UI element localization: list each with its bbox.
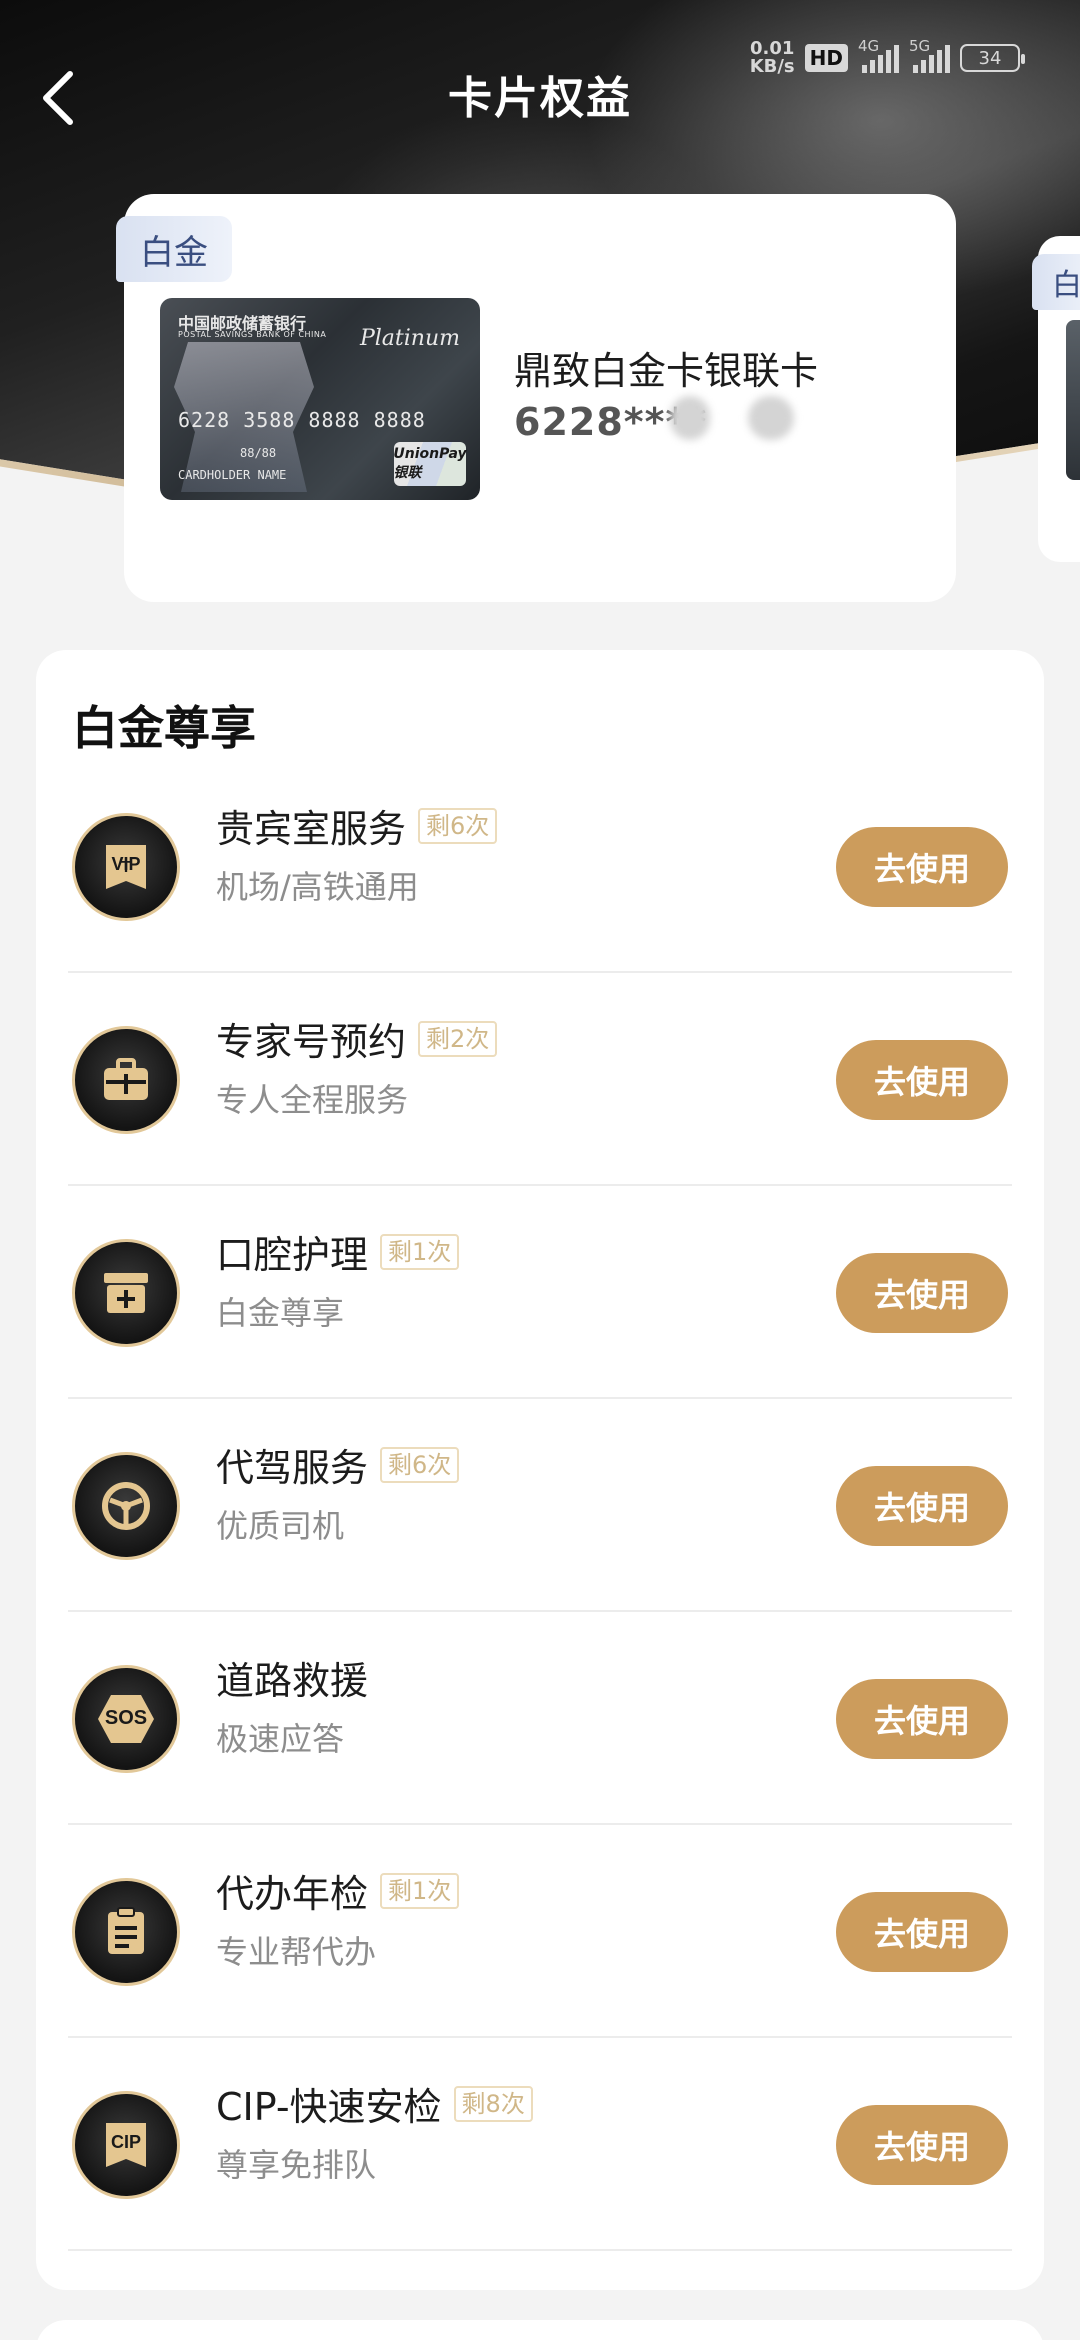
benefit-name: 贵宾室服务 bbox=[216, 807, 407, 851]
clipboard-icon-glyph bbox=[98, 1904, 154, 1960]
card-name: 鼎致白金卡银联卡 bbox=[514, 349, 819, 393]
benefit-name: 口腔护理 bbox=[216, 1233, 369, 1277]
benefit-name: 专家号预约 bbox=[216, 1020, 407, 1064]
remaining-count-badge: 剩6次 bbox=[380, 1446, 460, 1483]
steering-wheel-icon-glyph bbox=[98, 1478, 154, 1534]
card-bank-name-en: POSTAL SAVINGS BANK OF CHINA bbox=[178, 330, 327, 339]
row-divider bbox=[68, 2249, 1012, 2251]
medical-kit-icon bbox=[72, 1025, 180, 1134]
benefit-description: 优质司机 bbox=[216, 1507, 345, 1545]
card-face-number: 6228 3588 8888 8888 bbox=[178, 408, 426, 432]
cip-icon-label: CIP bbox=[110, 2132, 141, 2152]
sos-icon-label: SOS bbox=[104, 1707, 148, 1729]
privacy-mask bbox=[748, 396, 794, 440]
benefit-name: 代驾服务 bbox=[216, 1446, 369, 1490]
sos-icon: SOS bbox=[72, 1664, 180, 1773]
benefit-name-group: 口腔护理 剩1次 bbox=[216, 1224, 460, 1279]
medical-kit-icon-glyph bbox=[98, 1052, 154, 1108]
remaining-count-badge: 剩1次 bbox=[380, 1872, 460, 1909]
page-title: 卡片权益 bbox=[448, 73, 632, 124]
use-button[interactable]: 去使用 bbox=[836, 2104, 1008, 2185]
benefit-row: 代驾服务 剩6次 优质司机 去使用 bbox=[36, 1399, 1044, 1612]
benefit-name: CIP-快速安检 bbox=[216, 2085, 442, 2129]
remaining-count-badge: 剩2次 bbox=[418, 1020, 498, 1057]
use-button[interactable]: 去使用 bbox=[836, 1039, 1008, 1120]
medical-box-icon-glyph bbox=[98, 1265, 154, 1321]
benefit-name: 代办年检 bbox=[216, 1872, 369, 1916]
next-section-panel bbox=[36, 2320, 1044, 2340]
card-tier-tag: 白金 bbox=[116, 216, 232, 282]
use-button[interactable]: 去使用 bbox=[836, 826, 1008, 907]
privacy-mask bbox=[670, 396, 710, 440]
benefit-row: 代办年检 剩1次 专业帮代办 去使用 bbox=[36, 1825, 1044, 2038]
unionpay-logo: UnionPay 银联 bbox=[393, 442, 467, 486]
benefit-description: 专人全程服务 bbox=[216, 1081, 409, 1119]
cip-icon: CIP bbox=[72, 2090, 180, 2199]
next-card-image bbox=[1066, 320, 1080, 480]
benefit-name-group: 道路救援 bbox=[216, 1650, 368, 1705]
benefit-description: 机场/高铁通用 bbox=[216, 868, 419, 906]
use-button[interactable]: 去使用 bbox=[836, 1465, 1008, 1546]
benefit-description: 白金尊享 bbox=[216, 1294, 345, 1332]
benefit-row: 口腔护理 剩1次 白金尊享 去使用 bbox=[36, 1186, 1044, 1399]
card-face-expiry: 88/88 bbox=[240, 446, 277, 460]
next-card-tier-tag: 白 bbox=[1032, 254, 1080, 310]
medical-box-icon bbox=[72, 1238, 180, 1347]
card-level-label: Platinum bbox=[359, 326, 460, 351]
use-button[interactable]: 去使用 bbox=[836, 1678, 1008, 1759]
benefit-name-group: 代办年检 剩1次 bbox=[216, 1863, 460, 1918]
benefit-description: 极速应答 bbox=[216, 1720, 345, 1758]
remaining-count-badge: 剩1次 bbox=[380, 1233, 460, 1270]
benefit-row: SOS 道路救援 极速应答 去使用 bbox=[36, 1612, 1044, 1825]
vip-icon: T VIP bbox=[72, 812, 180, 921]
use-button[interactable]: 去使用 bbox=[836, 1252, 1008, 1333]
benefit-row: CIP CIP-快速安检 剩8次 尊享免排队 去使用 bbox=[36, 2038, 1044, 2251]
use-button[interactable]: 去使用 bbox=[836, 1891, 1008, 1972]
clipboard-icon bbox=[72, 1877, 180, 1986]
card-face-holder: CARDHOLDER NAME bbox=[178, 468, 287, 482]
steering-wheel-icon bbox=[72, 1451, 180, 1560]
benefit-name-group: 代驾服务 剩6次 bbox=[216, 1437, 460, 1492]
benefit-description: 尊享免排队 bbox=[216, 2146, 377, 2184]
remaining-count-badge: 剩6次 bbox=[418, 807, 498, 844]
benefit-name-group: 专家号预约 剩2次 bbox=[216, 1011, 498, 1066]
benefit-description: 专业帮代办 bbox=[216, 1933, 377, 1971]
benefit-row: T VIP 贵宾室服务 剩6次 机场/高铁通用 去使用 bbox=[36, 760, 1044, 973]
benefit-name-group: 贵宾室服务 剩6次 bbox=[216, 798, 498, 853]
benefit-row: 专家号预约 剩2次 专人全程服务 去使用 bbox=[36, 973, 1044, 1186]
benefit-name-group: CIP-快速安检 剩8次 bbox=[216, 2076, 533, 2131]
section-title: 白金尊享 bbox=[72, 701, 256, 755]
remaining-count-badge: 剩8次 bbox=[453, 2085, 533, 2122]
bank-card-image: 中国邮政储蓄银行 POSTAL SAVINGS BANK OF CHINA Pl… bbox=[160, 298, 480, 500]
vip-icon-label: VIP bbox=[111, 854, 141, 874]
benefit-name: 道路救援 bbox=[216, 1659, 369, 1703]
